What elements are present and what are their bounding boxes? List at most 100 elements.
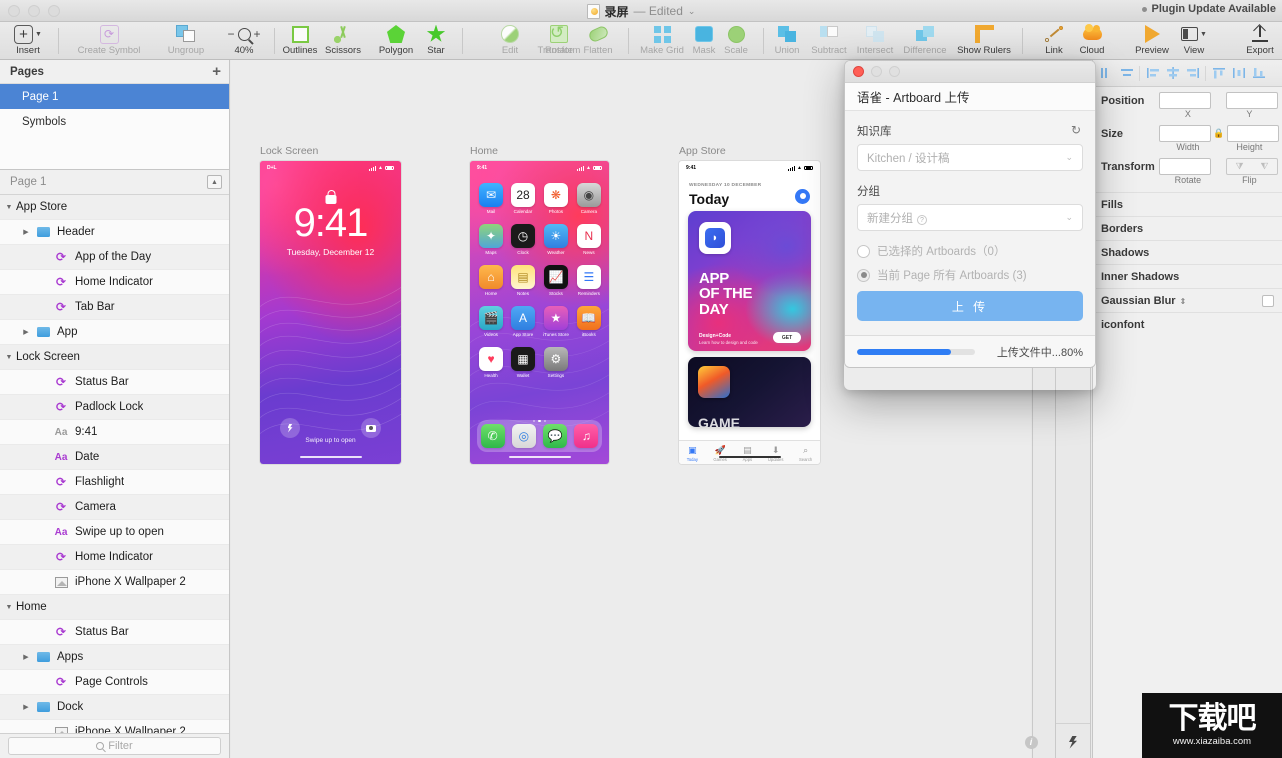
- layer-filter-input[interactable]: Filter: [8, 737, 221, 755]
- layer-row-home-indicator[interactable]: ⟳ Home Indicator: [0, 270, 229, 295]
- modal-minimize-button[interactable]: [871, 66, 882, 77]
- flip-vertical-icon[interactable]: ⧩: [1235, 161, 1243, 172]
- toolbar-zoom[interactable]: − + 40%: [218, 23, 270, 56]
- disclosure-triangle-icon[interactable]: ▶: [18, 228, 34, 236]
- lock-screen-preview[interactable]: D+L ▲ 9:41 Tuesday, December 12 Swipe up…: [260, 161, 401, 464]
- tab-today[interactable]: ▣ Today: [687, 445, 698, 462]
- toolbar-intersect[interactable]: Intersect: [849, 23, 901, 56]
- app-icon-item[interactable]: ▤ Notes: [511, 265, 535, 296]
- app-icon-item[interactable]: ▦ Wallet: [511, 347, 535, 378]
- toolbar-flatten[interactable]: Flatten: [573, 23, 623, 56]
- artboard-home[interactable]: Home 9:41 ▲ ✉ Mail 28 Calendar ❋ Photos …: [470, 145, 609, 464]
- toolbar-edit[interactable]: Edit: [487, 23, 533, 56]
- refresh-icon[interactable]: ↻: [1071, 124, 1083, 137]
- flip-buttons[interactable]: ⧩ ⧨: [1226, 158, 1278, 175]
- radio-button[interactable]: [857, 244, 870, 258]
- app-icon-item[interactable]: ⚙ Settings: [543, 347, 569, 378]
- group-select[interactable]: 新建分组? ⌄: [857, 204, 1083, 231]
- layer-row-wallpaper[interactable]: iPhone X Wallpaper 2: [0, 570, 229, 595]
- second-card[interactable]: GAME: [688, 357, 811, 427]
- section-inner-shadows[interactable]: Inner Shadows: [1093, 264, 1282, 288]
- app-icon-item[interactable]: ☀ Weather: [543, 224, 569, 255]
- app-icon-item[interactable]: A App Store: [511, 306, 535, 337]
- artboard-app-store[interactable]: App Store 9:41 ▲ WEDNESDAY 10 DECEMBER T…: [679, 145, 820, 464]
- layer-row-dock[interactable]: ▶ Dock: [0, 695, 229, 720]
- modal-close-button[interactable]: [853, 66, 864, 77]
- section-iconfont[interactable]: iconfont: [1093, 312, 1282, 336]
- app-store-preview[interactable]: 9:41 ▲ WEDNESDAY 10 DECEMBER Today ◗ APP…: [679, 161, 820, 464]
- add-page-button[interactable]: +: [212, 64, 221, 79]
- disclosure-triangle-icon[interactable]: ▼: [0, 354, 16, 361]
- dock-icon[interactable]: ◎: [511, 424, 536, 448]
- toolbar-subtract[interactable]: Subtract: [804, 23, 854, 56]
- gaussian-blur-checkbox[interactable]: [1262, 294, 1274, 307]
- app-icon-item[interactable]: N News: [576, 224, 601, 255]
- section-gaussian-blur[interactable]: Gaussian Blur ⇕: [1093, 288, 1282, 312]
- get-button[interactable]: GET: [773, 332, 801, 343]
- layer-row-flashlight[interactable]: ⟳ Flashlight: [0, 470, 229, 495]
- layer-row-home-indicator-2[interactable]: ⟳ Home Indicator: [0, 545, 229, 570]
- upload-button[interactable]: 上 传: [857, 291, 1083, 321]
- position-x-input[interactable]: [1159, 92, 1211, 109]
- toolbar-show-rulers[interactable]: Show Rulers: [950, 23, 1018, 56]
- app-icon-item[interactable]: 📖 iBooks: [576, 306, 601, 337]
- toolbar-scissors[interactable]: Scissors: [318, 23, 368, 56]
- app-icon-item[interactable]: ◷ Clock: [511, 224, 535, 255]
- toolbar-ungroup[interactable]: Ungroup: [158, 23, 214, 56]
- chevron-down-icon[interactable]: ⌄: [688, 6, 696, 17]
- app-icon-item[interactable]: ✦ Maps: [479, 224, 503, 255]
- app-icon-item[interactable]: 📈 Stocks: [543, 265, 569, 296]
- dock-icon[interactable]: ♫: [574, 424, 599, 448]
- section-shadows[interactable]: Shadows: [1093, 240, 1282, 264]
- layer-row-swipe-up-to-open[interactable]: Aa Swipe up to open: [0, 520, 229, 545]
- disclosure-triangle-icon[interactable]: ▶: [18, 653, 34, 661]
- toolbar-preview[interactable]: Preview: [1126, 23, 1178, 56]
- section-borders[interactable]: Borders: [1093, 216, 1282, 240]
- layer-row-date[interactable]: Aa Date: [0, 445, 229, 470]
- distribute-horizontal-icon[interactable]: [1231, 66, 1246, 80]
- align-left-edges-icon[interactable]: [1145, 66, 1160, 80]
- radio-button-selected[interactable]: [857, 268, 870, 282]
- app-icon-item[interactable]: ★ iTunes Store: [543, 306, 569, 337]
- layer-row-app[interactable]: ▶ App: [0, 320, 229, 345]
- artboard-lock-screen[interactable]: Lock Screen D+L ▲ 9:41 Tuesday, December…: [260, 145, 401, 464]
- radio-all-artboards[interactable]: 当前 Page 所有 Artboards (3): [857, 267, 1083, 283]
- toolbar-union[interactable]: Union: [765, 23, 809, 56]
- tab-games[interactable]: 🚀 Games: [713, 445, 727, 462]
- disclosure-triangle-icon[interactable]: ▶: [18, 703, 34, 711]
- layer-row-app-of-the-day[interactable]: ⟳ App of the Day: [0, 245, 229, 270]
- section-fills[interactable]: Fills: [1093, 192, 1282, 216]
- layer-row-camera[interactable]: ⟳ Camera: [0, 495, 229, 520]
- app-icon-item[interactable]: 🎬 Videos: [479, 306, 503, 337]
- app-icon-item[interactable]: ☰ Reminders: [576, 265, 601, 296]
- toolbar-create-symbol[interactable]: ⟳ Create Symbol: [66, 23, 152, 56]
- disclosure-triangle-icon[interactable]: ▼: [0, 604, 16, 611]
- toolbar-link[interactable]: Link: [1034, 23, 1074, 56]
- height-input[interactable]: [1227, 125, 1279, 142]
- tab-updates[interactable]: ⬇ Updates: [768, 445, 784, 462]
- app-icon-item[interactable]: ❋ Photos: [543, 183, 569, 214]
- toolbar-cloud[interactable]: Cloud: [1070, 23, 1114, 56]
- radio-selected-artboards[interactable]: 已选择的 Artboards（0）: [857, 243, 1083, 259]
- camera-button[interactable]: [361, 418, 381, 438]
- lock-icon[interactable]: 🔒: [1213, 128, 1225, 139]
- layer-row-page-controls[interactable]: ⟳ Page Controls: [0, 670, 229, 695]
- toolbar-export[interactable]: Export: [1238, 23, 1282, 56]
- app-icon-item[interactable]: ✉ Mail: [479, 183, 503, 214]
- disclosure-triangle-icon[interactable]: ▶: [18, 328, 34, 336]
- page-item-symbols[interactable]: Symbols: [0, 109, 229, 134]
- toolbar-star[interactable]: Star: [414, 23, 458, 56]
- help-icon[interactable]: ?: [917, 215, 927, 225]
- dock-icon[interactable]: ✆: [480, 424, 505, 448]
- layer-row-wallpaper-2[interactable]: iPhone X Wallpaper 2: [0, 720, 229, 733]
- flashlight-button[interactable]: [280, 418, 300, 438]
- lightning-button[interactable]: [1056, 729, 1090, 755]
- tab-apps[interactable]: ▤ Apps: [742, 445, 753, 462]
- collapse-all-button[interactable]: ▲: [207, 175, 222, 189]
- align-right-edges-icon[interactable]: [1185, 66, 1200, 80]
- app-icon-item[interactable]: 28 Calendar: [511, 183, 535, 214]
- toolbar-difference[interactable]: Difference: [898, 23, 952, 56]
- align-left-icon[interactable]: [1099, 66, 1114, 80]
- stepper-icon[interactable]: ⇕: [1180, 297, 1187, 306]
- rotate-input[interactable]: [1159, 158, 1211, 175]
